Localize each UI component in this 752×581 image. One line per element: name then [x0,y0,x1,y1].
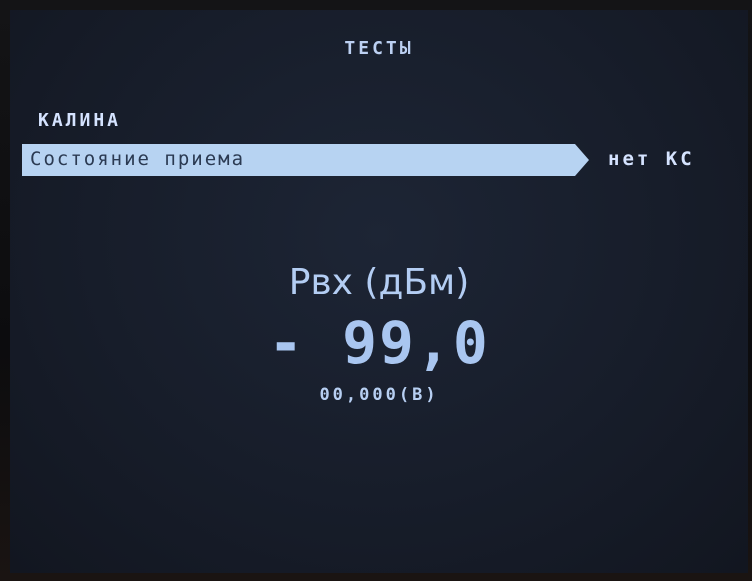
menu-row-value: нет КС [608,148,695,170]
arrow-right-icon [575,144,589,176]
menu-row-label: Состояние приема [30,148,246,170]
device-bezel: ТЕСТЫ КАЛИНА Состояние приема нет КС Pвх… [0,0,752,581]
voltage-readout: 00,000(В) [319,385,439,405]
menu-row-reception-state[interactable]: Состояние приема нет КС [22,144,738,176]
measurement-value: - 99,0 [268,309,490,377]
display-screen: ТЕСТЫ КАЛИНА Состояние приема нет КС Pвх… [10,10,748,573]
measurement-label: Pвх (дБм) [288,262,470,303]
screen-title: ТЕСТЫ [344,38,414,59]
section-label: КАЛИНА [38,110,122,131]
